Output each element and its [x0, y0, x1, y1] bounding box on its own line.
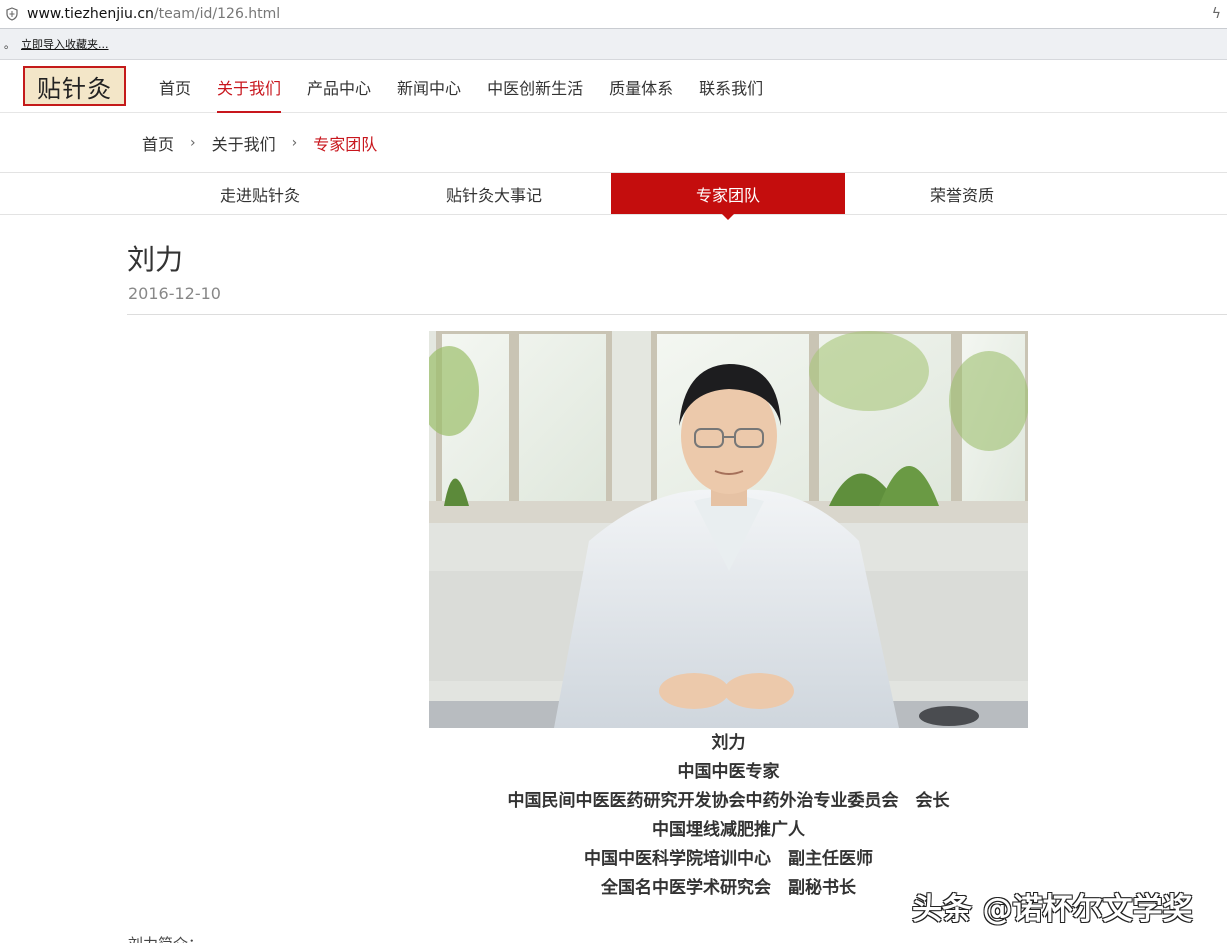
main-nav: 首页 关于我们 产品中心 新闻中心 中医创新生活 质量体系 联系我们	[146, 60, 776, 113]
nav-item-quality[interactable]: 质量体系	[596, 60, 686, 113]
tab-milestones[interactable]: 贴针灸大事记	[377, 173, 611, 214]
sub-tabs: 走进贴针灸 贴针灸大事记 专家团队 荣誉资质	[0, 172, 1227, 220]
watermark: 头条 @诺杯尔文学奖	[912, 892, 1193, 927]
breadcrumb-separator-icon: ›	[190, 134, 196, 151]
divider	[127, 314, 1227, 315]
url-path: /team/id/126.html	[153, 6, 281, 22]
breadcrumb-about[interactable]: 关于我们	[212, 131, 276, 155]
caption-line: 中国中医科学院培训中心 副主任医师	[584, 849, 873, 869]
site-header: 贴针灸 首页 关于我们 产品中心 新闻中心 中医创新生活 质量体系 联系我们	[0, 60, 1227, 113]
site-logo[interactable]: 贴针灸	[23, 66, 126, 106]
nav-item-contact[interactable]: 联系我们	[686, 60, 776, 113]
caption-line: 中国中医专家	[677, 762, 780, 782]
nav-item-news[interactable]: 新闻中心	[384, 60, 474, 113]
tab-expert-team[interactable]: 专家团队	[611, 173, 845, 220]
bookmark-bar: 。 立即导入收藏夹...	[0, 29, 1227, 60]
expert-captions: 刘力 中国中医专家 中国民间中医医药研究开发协会中药外治专业委员会 会长 中国埋…	[429, 730, 1028, 904]
breadcrumb-separator-icon: ›	[291, 134, 298, 151]
browser-address-bar[interactable]: www.tiezhenjiu.cn/team/id/126.html ϟ	[0, 0, 1227, 29]
nav-item-products[interactable]: 产品中心	[294, 60, 384, 113]
url-text[interactable]: www.tiezhenjiu.cn/team/id/126.html	[27, 6, 280, 22]
breadcrumb: 首页 › 关于我们 › 专家团队	[142, 113, 377, 172]
nav-item-about[interactable]: 关于我们	[204, 60, 294, 113]
article-title: 刘力	[127, 243, 184, 276]
tab-honors[interactable]: 荣誉资质	[845, 173, 1079, 214]
breadcrumb-current: 专家团队	[313, 134, 378, 154]
portrait-image	[429, 331, 1028, 728]
nav-item-tcm-life[interactable]: 中医创新生活	[474, 60, 596, 113]
breadcrumb-home[interactable]: 首页	[142, 131, 174, 155]
nav-item-home[interactable]: 首页	[146, 60, 204, 113]
import-bookmarks-link[interactable]: 立即导入收藏夹...	[21, 36, 109, 52]
article-date: 2016-12-10	[128, 284, 221, 303]
caption-line: 中国埋线减肥推广人	[652, 820, 805, 840]
url-host: www.tiezhenjiu.cn	[27, 6, 154, 22]
expert-photo	[429, 331, 1028, 728]
tab-about-intro[interactable]: 走进贴针灸	[143, 173, 377, 214]
caption-line: 中国民间中医医药研究开发协会中药外治专业委员会 会长	[507, 791, 950, 811]
caption-name: 刘力	[711, 733, 746, 753]
intro-label: 刘力简介：	[128, 933, 203, 943]
shield-icon	[6, 7, 18, 21]
bookmark-dot: 。	[4, 38, 15, 51]
lightning-icon[interactable]: ϟ	[1212, 6, 1221, 22]
